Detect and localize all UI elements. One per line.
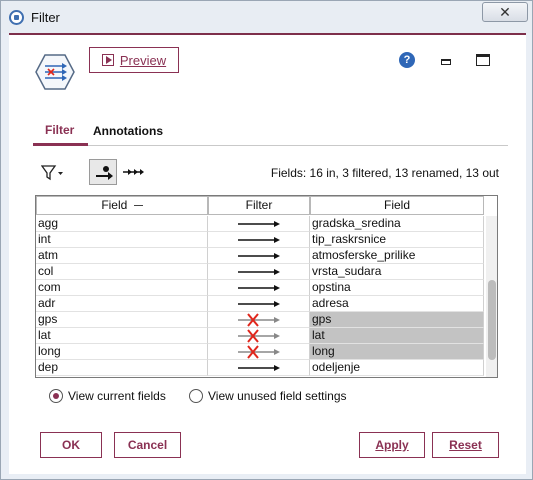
input-field-cell[interactable]: col [36, 264, 208, 280]
pass-arrow-cell[interactable] [208, 232, 310, 248]
filter-field-icon [96, 166, 113, 180]
output-field-cell[interactable]: atmosferske_prilike [310, 248, 484, 264]
apply-button[interactable]: Apply [359, 432, 425, 458]
filter-dialog: Filter ✕ Preview ? Filter Annotations Fi… [0, 0, 533, 480]
close-button[interactable]: ✕ [482, 2, 528, 22]
minimize-icon[interactable] [441, 59, 451, 65]
table-row[interactable]: com opstina [36, 280, 486, 296]
view-unused-fields-label: View unused field settings [208, 389, 347, 403]
input-field-cell[interactable]: lat [36, 328, 208, 344]
pass-arrow-cell[interactable] [208, 248, 310, 264]
cancel-button[interactable]: Cancel [114, 432, 181, 458]
table-row[interactable]: col vrsta_sudara [36, 264, 486, 280]
app-icon [9, 10, 24, 25]
vertical-scrollbar[interactable] [486, 216, 497, 377]
arrow-icon [238, 365, 280, 371]
arrow-icon [238, 237, 280, 243]
filtered-arrow-cell[interactable] [208, 328, 310, 344]
filtered-arrow-icon [238, 345, 280, 359]
filter-mode-button[interactable] [89, 159, 117, 185]
table-row[interactable]: atm atmosferske_prilike [36, 248, 486, 264]
output-field-cell[interactable]: tip_raskrsnice [310, 232, 484, 248]
preview-label: Preview [119, 52, 167, 68]
help-icon[interactable]: ? [399, 52, 415, 68]
radio-unused-fields[interactable] [189, 389, 203, 403]
header-field[interactable]: Field [36, 196, 208, 215]
output-field-cell[interactable]: opstina [310, 280, 484, 296]
filtered-arrow-icon [238, 329, 280, 343]
output-field-cell[interactable]: adresa [310, 296, 484, 312]
pass-arrow-cell[interactable] [208, 216, 310, 232]
arrow-icon [238, 301, 280, 307]
output-field-cell[interactable]: lat [310, 328, 484, 344]
input-field-cell[interactable]: dep [36, 360, 208, 376]
rename-mode-button[interactable] [119, 159, 147, 185]
maximize-icon[interactable] [476, 54, 490, 66]
view-unused-fields-option[interactable]: View unused field settings [189, 387, 347, 405]
tab-annotations[interactable]: Annotations [93, 124, 163, 138]
tab-filter[interactable]: Filter [45, 123, 74, 137]
ok-button[interactable]: OK [40, 432, 102, 458]
radio-current-fields[interactable] [49, 389, 63, 403]
header-output-field[interactable]: Field [310, 196, 484, 215]
input-field-cell[interactable]: atm [36, 248, 208, 264]
output-field-cell[interactable]: long [310, 344, 484, 360]
output-field-cell[interactable]: vrsta_sudara [310, 264, 484, 280]
arrow-icon [238, 269, 280, 275]
output-field-cell[interactable]: odeljenje [310, 360, 484, 376]
header-filter[interactable]: Filter [208, 196, 310, 215]
pass-arrow-cell[interactable] [208, 280, 310, 296]
preview-button[interactable]: Preview [89, 47, 179, 73]
multi-arrow-icon [123, 169, 144, 175]
active-tab-indicator [33, 143, 88, 146]
fields-summary: Fields: 16 in, 3 filtered, 13 renamed, 1… [270, 166, 499, 180]
input-field-cell[interactable]: gps [36, 312, 208, 328]
table-row[interactable]: lat lat [36, 328, 486, 344]
pass-arrow-cell[interactable] [208, 296, 310, 312]
filtered-arrow-icon [238, 313, 280, 327]
filter-node-icon [35, 54, 75, 90]
table-row[interactable]: dep odeljenje [36, 360, 486, 376]
dialog-body: Preview ? Filter Annotations Fields: 16 … [9, 33, 526, 474]
table-row[interactable]: long long [36, 344, 486, 360]
pass-arrow-cell[interactable] [208, 360, 310, 376]
arrow-icon [238, 221, 280, 227]
input-field-cell[interactable]: agg [36, 216, 208, 232]
input-field-cell[interactable]: long [36, 344, 208, 360]
output-field-cell[interactable]: gradska_sredina [310, 216, 484, 232]
scrollbar-thumb[interactable] [488, 280, 496, 360]
play-icon [101, 54, 114, 66]
header-field-label: Field [101, 198, 128, 212]
view-current-fields-option[interactable]: View current fields [49, 387, 166, 405]
input-field-cell[interactable]: int [36, 232, 208, 248]
arrow-icon [238, 285, 280, 291]
funnel-dropdown-icon[interactable] [41, 165, 65, 181]
arrow-icon [238, 253, 280, 259]
window-title: Filter [31, 10, 60, 25]
filtered-arrow-cell[interactable] [208, 344, 310, 360]
tab-divider [33, 145, 508, 146]
table-row[interactable]: adr adresa [36, 296, 486, 312]
field-table: Field Filter Field agg gradska_sredina int… [35, 195, 498, 378]
input-field-cell[interactable]: com [36, 280, 208, 296]
output-field-cell[interactable]: gps [310, 312, 484, 328]
reset-button[interactable]: Reset [432, 432, 499, 458]
table-row[interactable]: agg gradska_sredina [36, 216, 486, 232]
filtered-arrow-cell[interactable] [208, 312, 310, 328]
title-bar: Filter ✕ [1, 1, 532, 33]
table-row[interactable]: gps gps [36, 312, 486, 328]
view-current-fields-label: View current fields [68, 389, 166, 403]
input-field-cell[interactable]: adr [36, 296, 208, 312]
table-row[interactable]: int tip_raskrsnice [36, 232, 486, 248]
pass-arrow-cell[interactable] [208, 264, 310, 280]
sort-icon [133, 205, 143, 207]
table-header: Field Filter Field [36, 196, 497, 215]
